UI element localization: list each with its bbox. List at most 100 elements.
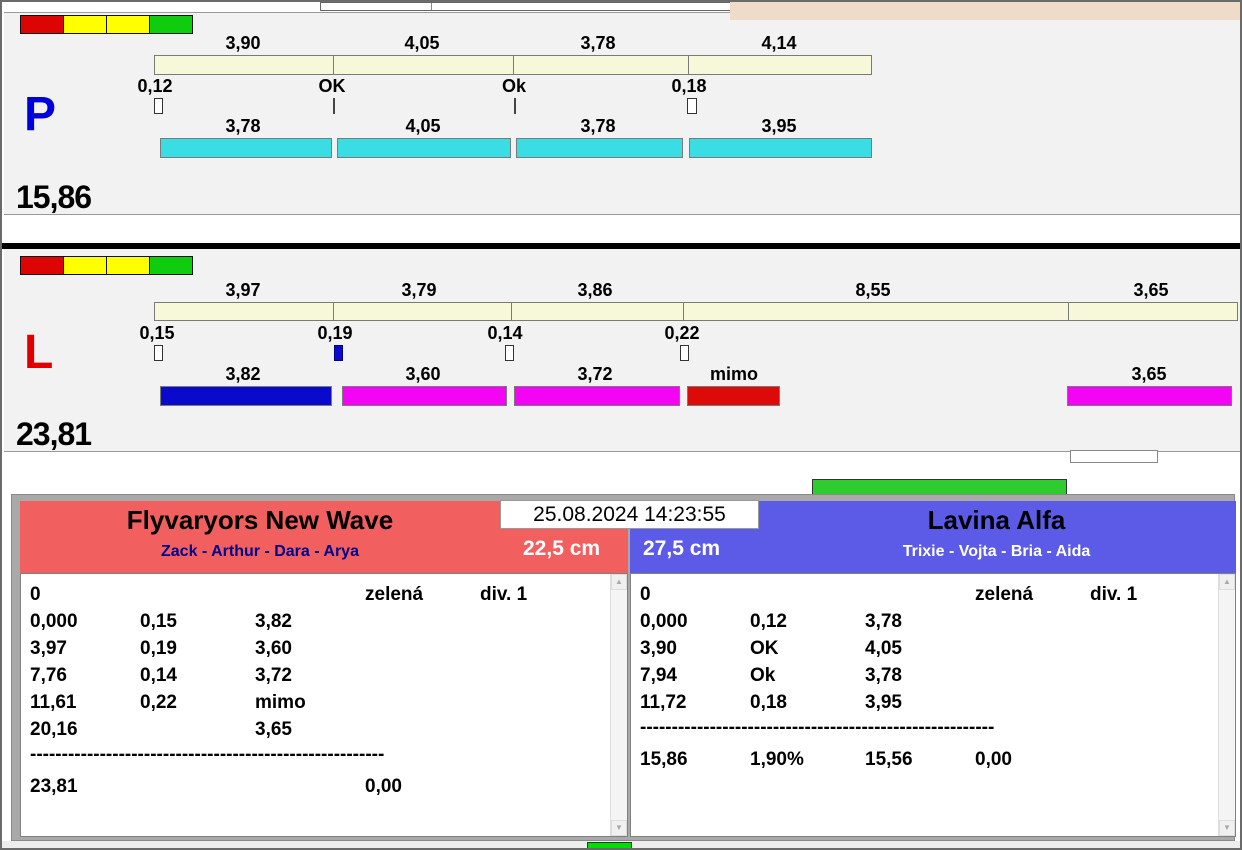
lane-l-dog-time: mimo — [709, 364, 759, 384]
team-left-members: Zack - Arthur - Dara - Arya — [161, 543, 359, 560]
lane-p-crossing: Ok — [501, 76, 527, 96]
lane-l-dog-time: 3,60 — [405, 364, 441, 384]
lane-l-upper-split: 3,86 — [577, 280, 613, 300]
result-row: 3,90 OK 4,05 — [631, 635, 1235, 662]
empty-indicator-box — [1070, 450, 1158, 463]
start-light-strip — [20, 15, 193, 34]
result-cell: 11,72 — [640, 692, 687, 713]
lane-l-upper-split: 3,65 — [1133, 280, 1169, 300]
bar-divider — [683, 303, 684, 320]
result-total-row: 23,81 0,00 — [21, 773, 627, 800]
team-right-name: Lavina Alfa — [927, 505, 1066, 535]
scroll-up-icon[interactable]: ▲ — [611, 574, 627, 590]
result-row: 11,72 0,18 3,95 — [631, 689, 1235, 716]
result-cell: 0,00 — [975, 749, 1012, 770]
lane-p-dog-time: 3,78 — [225, 116, 261, 136]
crossing-tick-box — [505, 345, 514, 361]
result-cell: 3,97 — [30, 638, 67, 659]
result-cell: 15,86 — [640, 749, 688, 770]
result-cell: OK — [750, 638, 779, 659]
lane-p-time-bar-segment — [160, 138, 332, 158]
crossing-tick-box — [687, 98, 697, 114]
lane-p-upper-split: 4,14 — [761, 33, 797, 53]
bar-divider — [333, 56, 334, 74]
result-list-right-content: 0 zelená div. 1 0,000 0,12 3,78 3,90 OK … — [631, 574, 1235, 773]
lane-l-upper-split: 3,97 — [225, 280, 261, 300]
background-green-sliver — [587, 842, 632, 848]
result-cell: 0,12 — [750, 611, 787, 632]
vertical-scrollbar[interactable]: ▲ ▼ — [1218, 574, 1235, 836]
crossing-tick-line — [333, 98, 335, 114]
lane-p-crossing: OK — [318, 76, 346, 96]
result-row: 7,76 0,14 3,72 — [21, 662, 627, 689]
scroll-down-icon[interactable]: ▼ — [1219, 820, 1235, 836]
result-cell: 7,94 — [640, 665, 677, 686]
lane-l-time-bar-segment — [1067, 386, 1232, 406]
result-separator: ----------------------------------------… — [30, 744, 385, 765]
result-cell: Ok — [750, 665, 776, 686]
result-row: 11,61 0,22 mimo — [21, 689, 627, 716]
result-cell: 0,19 — [140, 638, 177, 659]
result-cell: 3,78 — [865, 611, 902, 632]
team-left-name: Flyvaryors New Wave — [126, 505, 394, 535]
lane-p-letter: P — [24, 88, 57, 141]
lane-p-dog-time: 4,05 — [405, 116, 441, 136]
lane-p-dog-time: 3,78 — [580, 116, 616, 136]
result-row: 3,97 0,19 3,60 — [21, 635, 627, 662]
team-right-jump-height: 27,5 cm — [643, 537, 721, 560]
result-row: 7,94 Ok 3,78 — [631, 662, 1235, 689]
result-cell: 20,16 — [30, 719, 78, 740]
lane-panel-p: 3,90 4,05 3,78 4,14 0,12 OK Ok 0,18 P 3,… — [4, 12, 1240, 215]
lane-p-split-bar — [154, 55, 872, 75]
race-datetime: 25.08.2024 14:23:55 — [500, 500, 759, 529]
result-cell: 0,18 — [750, 692, 787, 713]
lane-p-dog-time: 3,95 — [761, 116, 797, 136]
desktop-background — [730, 2, 1240, 20]
result-header-row: 0 zelená div. 1 — [631, 581, 1235, 608]
lane-panel-l: 3,97 3,79 3,86 8,55 3,65 0,15 0,19 0,14 … — [4, 249, 1240, 452]
vertical-scrollbar[interactable]: ▲ ▼ — [610, 574, 627, 836]
result-separator: ----------------------------------------… — [640, 717, 995, 738]
crossing-tick-box — [154, 345, 163, 361]
lane-p-crossing: 0,12 — [137, 76, 173, 96]
crossing-tick-box — [680, 345, 689, 361]
result-cell: 1,90% — [750, 749, 804, 770]
result-cell: 0 — [30, 584, 41, 605]
lane-l-crossing: 0,19 — [317, 323, 353, 343]
bar-divider — [688, 56, 689, 74]
result-cell: 3,60 — [255, 638, 292, 659]
team-right-members: Trixie - Vojta - Bria - Aida — [902, 543, 1091, 560]
result-cell: 0,15 — [140, 611, 177, 632]
result-total-row: 15,86 1,90% 15,56 0,00 — [631, 746, 1235, 773]
titlebar-divider — [431, 3, 432, 10]
result-cell: mimo — [255, 692, 306, 713]
crossing-tick-box-filled — [334, 345, 343, 361]
lane-p-upper-split: 4,05 — [404, 33, 440, 53]
start-light-yellow2-icon — [106, 15, 150, 34]
crossing-tick-box — [154, 98, 163, 114]
background-window-titlebar — [320, 2, 732, 11]
lane-l-dog-time: 3,82 — [225, 364, 261, 384]
lane-l-letter: L — [24, 326, 54, 379]
scroll-up-icon[interactable]: ▲ — [1219, 574, 1235, 590]
bar-divider — [1068, 303, 1069, 320]
lane-l-upper-split: 3,79 — [401, 280, 437, 300]
result-cell: 7,76 — [30, 665, 67, 686]
result-cell: 3,82 — [255, 611, 292, 632]
flyball-timing-window: 3,90 4,05 3,78 4,14 0,12 OK Ok 0,18 P 3,… — [0, 0, 1242, 850]
result-cell: 4,05 — [865, 638, 902, 659]
bar-divider — [333, 303, 334, 320]
lane-l-split-bar — [154, 302, 1238, 321]
start-light-strip — [20, 256, 193, 275]
result-cell — [140, 716, 255, 743]
scroll-down-icon[interactable]: ▼ — [611, 820, 627, 836]
lane-l-upper-split: 8,55 — [855, 280, 891, 300]
result-cell: 3,72 — [255, 665, 292, 686]
crossing-tick-line — [514, 98, 516, 114]
lane-l-crossing: 0,14 — [487, 323, 523, 343]
lane-l-time-bar-segment — [342, 386, 507, 406]
result-list-left: 0 zelená div. 1 0,000 0,15 3,82 3,97 0,1… — [20, 573, 628, 837]
result-cell: 3,95 — [865, 692, 902, 713]
result-cell: 0,000 — [30, 611, 78, 632]
lane-p-time-bar-segment — [689, 138, 872, 158]
